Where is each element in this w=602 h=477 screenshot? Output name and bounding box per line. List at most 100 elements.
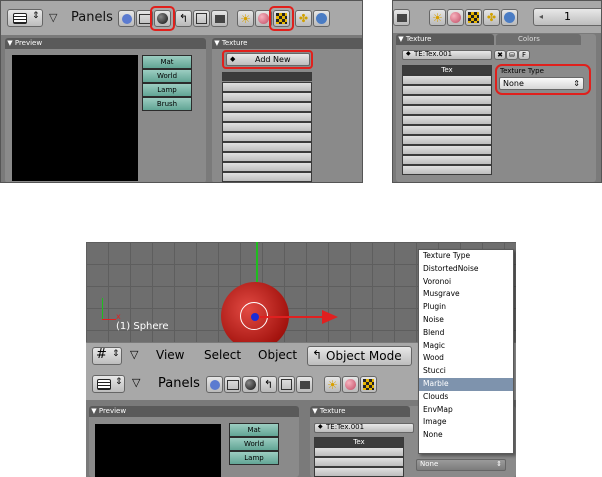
texture-slot[interactable] <box>402 125 492 135</box>
lamp-button[interactable]: Lamp <box>229 451 279 465</box>
preview-area <box>12 55 138 181</box>
shading-highlight <box>150 6 175 31</box>
texture-slot[interactable] <box>402 115 492 125</box>
scene-icon[interactable] <box>296 376 313 393</box>
menu-view[interactable]: View <box>156 348 184 362</box>
tab-colors[interactable]: Colors <box>496 34 581 45</box>
menu-item-image[interactable]: Image <box>419 416 513 429</box>
window-type-menu[interactable]: # ⇕ <box>92 347 122 365</box>
preview-panel-header: ▼ Preview <box>89 406 299 417</box>
radiosity-icon[interactable]: ✤ <box>483 9 500 26</box>
world-icon[interactable] <box>501 9 518 26</box>
texture-slot[interactable] <box>402 155 492 165</box>
menu-item-plugin[interactable]: Plugin <box>419 301 513 314</box>
fake-user-button[interactable]: F <box>518 50 530 60</box>
scene-icon[interactable] <box>211 10 228 27</box>
menu-item-marble[interactable]: Marble <box>419 377 513 391</box>
window-type-icon <box>13 13 27 24</box>
collapse-triangle-icon[interactable]: ▽ <box>132 376 140 389</box>
texture-slot[interactable] <box>222 82 312 92</box>
menu-object[interactable]: Object <box>258 348 297 362</box>
lamp-icon[interactable]: ☀ <box>324 376 341 393</box>
texture-icon[interactable] <box>360 376 377 393</box>
texture-slot[interactable] <box>222 102 312 112</box>
users-button[interactable]: ⛁ <box>506 50 518 60</box>
object-icon[interactable]: ↰ <box>175 10 192 27</box>
texture-slot[interactable] <box>314 447 404 457</box>
scene-icon[interactable] <box>393 9 410 26</box>
mat-button[interactable]: Mat <box>229 423 279 437</box>
texture-slot[interactable] <box>222 172 312 182</box>
radiosity-icon[interactable]: ✤ <box>295 10 312 27</box>
panels-label: Panels <box>71 10 113 25</box>
delete-texture-button[interactable]: ✖ <box>494 50 506 60</box>
lamp-icon[interactable]: ☀ <box>429 9 446 26</box>
menu-item-distortednoise[interactable]: DistortedNoise <box>419 263 513 276</box>
menu-item-blend[interactable]: Blend <box>419 327 513 340</box>
editing-icon[interactable] <box>278 376 295 393</box>
texture-slot[interactable] <box>314 457 404 467</box>
preview-area <box>95 424 221 477</box>
lamp-button[interactable]: Lamp <box>142 83 192 97</box>
updown-icon: ⇕ <box>115 377 123 387</box>
texture-slot[interactable] <box>402 135 492 145</box>
tab-texture[interactable]: ▼ Texture <box>396 34 494 45</box>
preview-panel: ▼ Preview Mat World Lamp Brush <box>5 38 206 182</box>
texture-slot[interactable] <box>222 112 312 122</box>
texture-panel-header: ▼ Texture <box>310 406 410 417</box>
texture-tabs-panel: ▼ Texture Colors ◆ TE:Tex.001 ✖ ⛁ F Tex … <box>396 34 596 182</box>
logic-icon[interactable] <box>118 10 135 27</box>
world-icon[interactable] <box>313 10 330 27</box>
window-type-menu[interactable]: ⇕ <box>92 375 125 393</box>
texture-slot[interactable] <box>402 75 492 85</box>
menu-item-wood[interactable]: Wood <box>419 352 513 365</box>
object-icon[interactable]: ↰ <box>260 376 277 393</box>
material-icon[interactable] <box>447 9 464 26</box>
menu-item-clouds[interactable]: Clouds <box>419 391 513 404</box>
texture-slot[interactable] <box>222 132 312 142</box>
texture-slot[interactable] <box>402 145 492 155</box>
texture-slot[interactable] <box>314 467 404 477</box>
top-left-screenshot: ⇕ ▽ Panels ↰ ☀ ✤ ▼ Preview Mat World Lam… <box>0 0 363 183</box>
mat-button[interactable]: Mat <box>142 55 192 69</box>
texture-panel: ▼ Texture ◆ Add New <box>212 38 362 182</box>
texture-slot[interactable] <box>222 72 312 81</box>
texture-slot[interactable] <box>402 85 492 95</box>
texture-name-field[interactable]: ◆ TE:Tex.001 <box>314 423 414 433</box>
texture-slot[interactable] <box>222 152 312 162</box>
texture-slot[interactable] <box>222 92 312 102</box>
preview-panel: ▼ Preview Mat World Lamp <box>89 406 299 477</box>
script-icon[interactable] <box>224 376 241 393</box>
editing-icon[interactable] <box>193 10 210 27</box>
texture-name-field[interactable]: ◆ TE:Tex.001 <box>402 50 492 60</box>
menu-item-envmap[interactable]: EnvMap <box>419 404 513 417</box>
menu-select[interactable]: Select <box>204 348 241 362</box>
material-icon[interactable] <box>342 376 359 393</box>
menu-item-magic[interactable]: Magic <box>419 340 513 353</box>
mode-selector[interactable]: ↰ Object Mode <box>307 346 412 366</box>
texture-type-dropdown[interactable]: None ⇕ <box>416 459 506 471</box>
texture-slot[interactable] <box>402 165 492 175</box>
frame-field[interactable]: ◂ 1 <box>533 8 601 26</box>
logic-icon[interactable] <box>206 376 223 393</box>
texture-slot[interactable] <box>402 105 492 115</box>
buttons-header: ☀ ✤ ◂ 1 <box>393 1 601 34</box>
menu-item-noise[interactable]: Noise <box>419 314 513 327</box>
brush-button[interactable]: Brush <box>142 97 192 111</box>
world-button[interactable]: World <box>142 69 192 83</box>
lamp-icon[interactable]: ☀ <box>237 10 254 27</box>
shading-icon[interactable] <box>242 376 259 393</box>
menu-item-stucci[interactable]: Stucci <box>419 365 513 378</box>
collapse-triangle-icon[interactable]: ▽ <box>130 348 138 361</box>
texture-slot[interactable] <box>222 122 312 132</box>
menu-item-musgrave[interactable]: Musgrave <box>419 288 513 301</box>
texture-icon[interactable] <box>465 9 482 26</box>
texture-slot[interactable] <box>222 162 312 172</box>
menu-item-voronoi[interactable]: Voronoi <box>419 276 513 289</box>
texture-slot[interactable] <box>222 142 312 152</box>
texture-slot[interactable] <box>402 95 492 105</box>
menu-item-none[interactable]: None <box>419 429 513 442</box>
window-type-menu[interactable]: ⇕ <box>7 9 43 27</box>
world-button[interactable]: World <box>229 437 279 451</box>
collapse-triangle-icon[interactable]: ▽ <box>49 11 57 24</box>
